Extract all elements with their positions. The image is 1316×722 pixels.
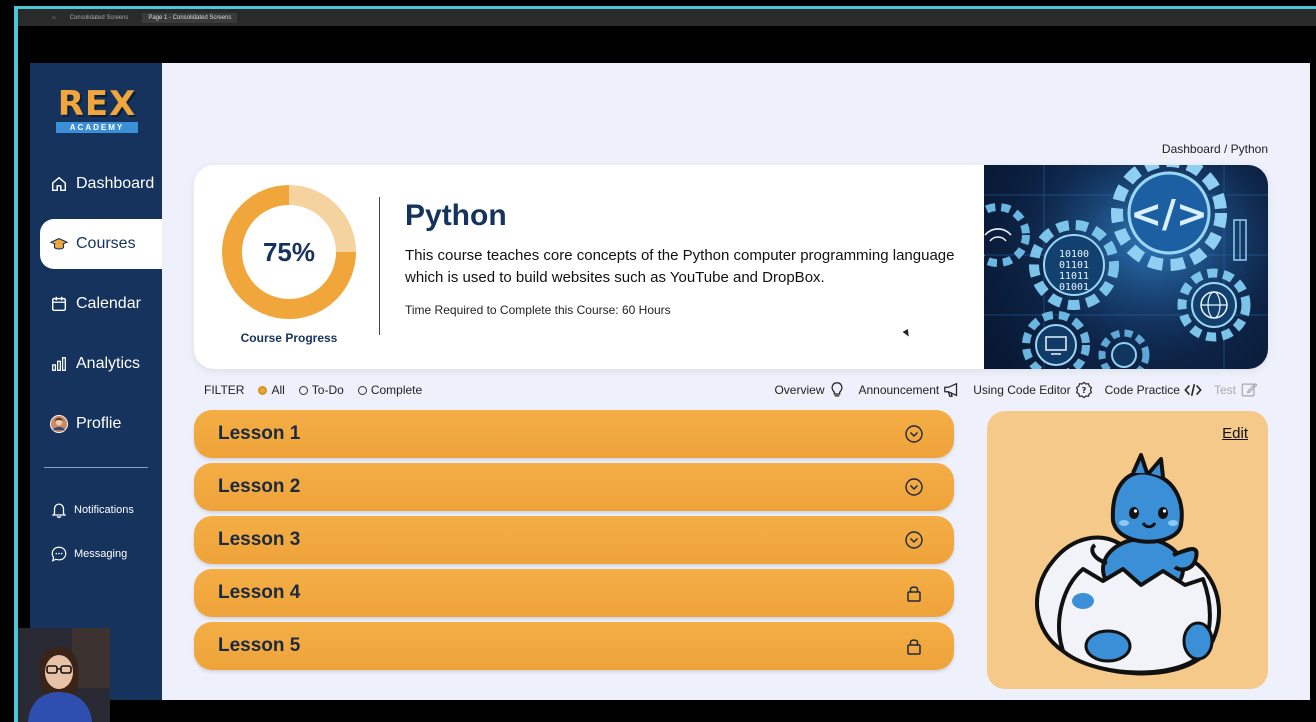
course-description: This course teaches core concepts of the… bbox=[405, 247, 955, 286]
sidebar-divider bbox=[44, 467, 148, 468]
tool-label: Code Practice bbox=[1104, 383, 1180, 397]
sidebar: REX ACADEMY Dashboard Courses Calendar A… bbox=[30, 63, 162, 700]
bar-chart-icon bbox=[52, 357, 66, 371]
progress-value: 75% bbox=[242, 205, 336, 299]
window-border bbox=[14, 6, 18, 722]
course-title: Python bbox=[405, 199, 507, 232]
avatar bbox=[50, 415, 68, 433]
lesson-label: Lesson 4 bbox=[218, 582, 301, 603]
lock-icon bbox=[907, 639, 921, 655]
sidebar-item-calendar[interactable]: Calendar bbox=[40, 279, 162, 329]
app-window: REX ACADEMY Dashboard Courses Calendar A… bbox=[30, 63, 1310, 700]
lesson-label: Lesson 3 bbox=[218, 529, 301, 550]
topbar-tab[interactable]: Consolidated Screens bbox=[70, 15, 129, 21]
logo[interactable]: REX ACADEMY bbox=[54, 87, 140, 133]
filter-option-label: All bbox=[271, 383, 285, 397]
sidebar-item-dashboard[interactable]: Dashboard bbox=[40, 159, 162, 209]
radio-unselected bbox=[357, 385, 367, 395]
sidebar-item-label: Analytics bbox=[76, 355, 141, 372]
sidebar-item-profile[interactable]: Proflie bbox=[40, 399, 162, 449]
home-icon[interactable]: ⌂ bbox=[52, 15, 56, 21]
presenter-video bbox=[18, 628, 110, 722]
filter-option-label: Complete bbox=[370, 383, 423, 397]
chevron-down-icon[interactable] bbox=[904, 477, 924, 497]
filter-label: FILTER bbox=[204, 383, 245, 397]
lesson-item-4[interactable]: Lesson 4 bbox=[194, 569, 954, 617]
sidebar-item-label: Notifications bbox=[74, 504, 134, 516]
home-icon bbox=[51, 176, 67, 192]
chat-bubble-icon bbox=[51, 546, 67, 562]
filter-option-label: To-Do bbox=[311, 383, 344, 397]
logo-text: REX bbox=[57, 84, 137, 124]
overview-link[interactable]: Overview bbox=[774, 381, 846, 399]
tool-label: Test bbox=[1213, 383, 1236, 397]
filter-bar: FILTER All To-Do Complete bbox=[204, 380, 422, 400]
sidebar-item-label: Dashboard bbox=[76, 175, 155, 192]
course-banner-image: </> 10100 01101 11011 01001 bbox=[984, 165, 1268, 369]
mascot-card: Edit bbox=[987, 411, 1268, 689]
question-icon: ? bbox=[1075, 381, 1092, 399]
sidebar-item-analytics[interactable]: Analytics bbox=[40, 339, 162, 389]
tool-label: Using Code Editor bbox=[973, 383, 1071, 397]
course-header-card: 75% Course Progress Python This course t… bbox=[194, 165, 1268, 369]
test-link[interactable]: Test bbox=[1214, 381, 1258, 399]
lesson-item-1[interactable]: Lesson 1 bbox=[194, 410, 954, 458]
chevron-down-icon[interactable] bbox=[904, 530, 924, 550]
lesson-item-5[interactable]: Lesson 5 bbox=[194, 622, 954, 670]
radio-selected bbox=[258, 385, 268, 395]
code-icon bbox=[1184, 383, 1202, 397]
bell-icon bbox=[51, 503, 67, 518]
announcement-link[interactable]: Announcement bbox=[858, 381, 961, 399]
gears-code-illustration: </> 10100 01101 11011 01001 bbox=[984, 165, 1268, 369]
sidebar-item-label: Courses bbox=[76, 235, 136, 252]
lesson-list: Lesson 1 Lesson 2 Lesson 3 Lesson 4 Less… bbox=[194, 410, 954, 675]
sidebar-item-label: Proflie bbox=[76, 415, 122, 432]
svg-text:01101: 01101 bbox=[1059, 260, 1089, 271]
tool-label: Overview bbox=[774, 383, 825, 397]
graduation-cap-icon bbox=[50, 238, 68, 250]
filter-option-todo[interactable]: To-Do bbox=[298, 383, 344, 397]
lesson-item-3[interactable]: Lesson 3 bbox=[194, 516, 954, 564]
progress-label: Course Progress bbox=[240, 331, 338, 345]
lesson-label: Lesson 2 bbox=[218, 476, 301, 497]
filter-option-complete[interactable]: Complete bbox=[357, 383, 423, 397]
breadcrumb[interactable]: Dashboard / Python bbox=[1162, 142, 1268, 156]
svg-text:?: ? bbox=[1081, 385, 1086, 395]
dinosaur-mascot-illustration bbox=[1035, 453, 1221, 676]
course-tools: Overview Announcement Using Code Editor … bbox=[774, 379, 1258, 401]
lightbulb-icon bbox=[831, 382, 844, 397]
megaphone-icon bbox=[944, 382, 958, 397]
svg-text:11011: 11011 bbox=[1059, 271, 1089, 282]
chevron-down-icon[interactable] bbox=[904, 424, 924, 444]
lock-icon bbox=[907, 586, 921, 602]
sidebar-item-messaging[interactable]: Messaging bbox=[50, 545, 127, 563]
using-code-editor-link[interactable]: Using Code Editor ? bbox=[973, 381, 1092, 399]
sidebar-item-courses[interactable]: Courses bbox=[40, 219, 162, 269]
topbar-tab-active[interactable]: Page 1 - Consolidated Screens bbox=[142, 12, 238, 23]
lesson-label: Lesson 1 bbox=[218, 423, 301, 444]
svg-text:</>: </> bbox=[1130, 192, 1208, 236]
lesson-item-2[interactable]: Lesson 2 bbox=[194, 463, 954, 511]
card-divider bbox=[379, 197, 380, 335]
course-time-required: Time Required to Complete this Course: 6… bbox=[405, 303, 671, 317]
filter-option-all[interactable]: All bbox=[258, 383, 285, 397]
sidebar-item-label: Calendar bbox=[76, 295, 141, 312]
tool-label: Announcement bbox=[858, 383, 940, 397]
editor-topbar: ⌂ Consolidated Screens Page 1 - Consolid… bbox=[18, 9, 1316, 26]
svg-text:10100: 10100 bbox=[1059, 249, 1089, 260]
edit-icon bbox=[1241, 382, 1258, 397]
sidebar-item-label: Messaging bbox=[74, 548, 128, 560]
lesson-label: Lesson 5 bbox=[218, 635, 301, 656]
sidebar-item-notifications[interactable]: Notifications bbox=[50, 501, 134, 519]
edit-link[interactable]: Edit bbox=[1222, 425, 1248, 442]
svg-text:01001: 01001 bbox=[1059, 282, 1089, 293]
webcam-overlay bbox=[18, 628, 110, 722]
calendar-icon bbox=[51, 296, 67, 312]
radio-unselected bbox=[298, 385, 308, 395]
code-practice-link[interactable]: Code Practice bbox=[1105, 381, 1202, 399]
